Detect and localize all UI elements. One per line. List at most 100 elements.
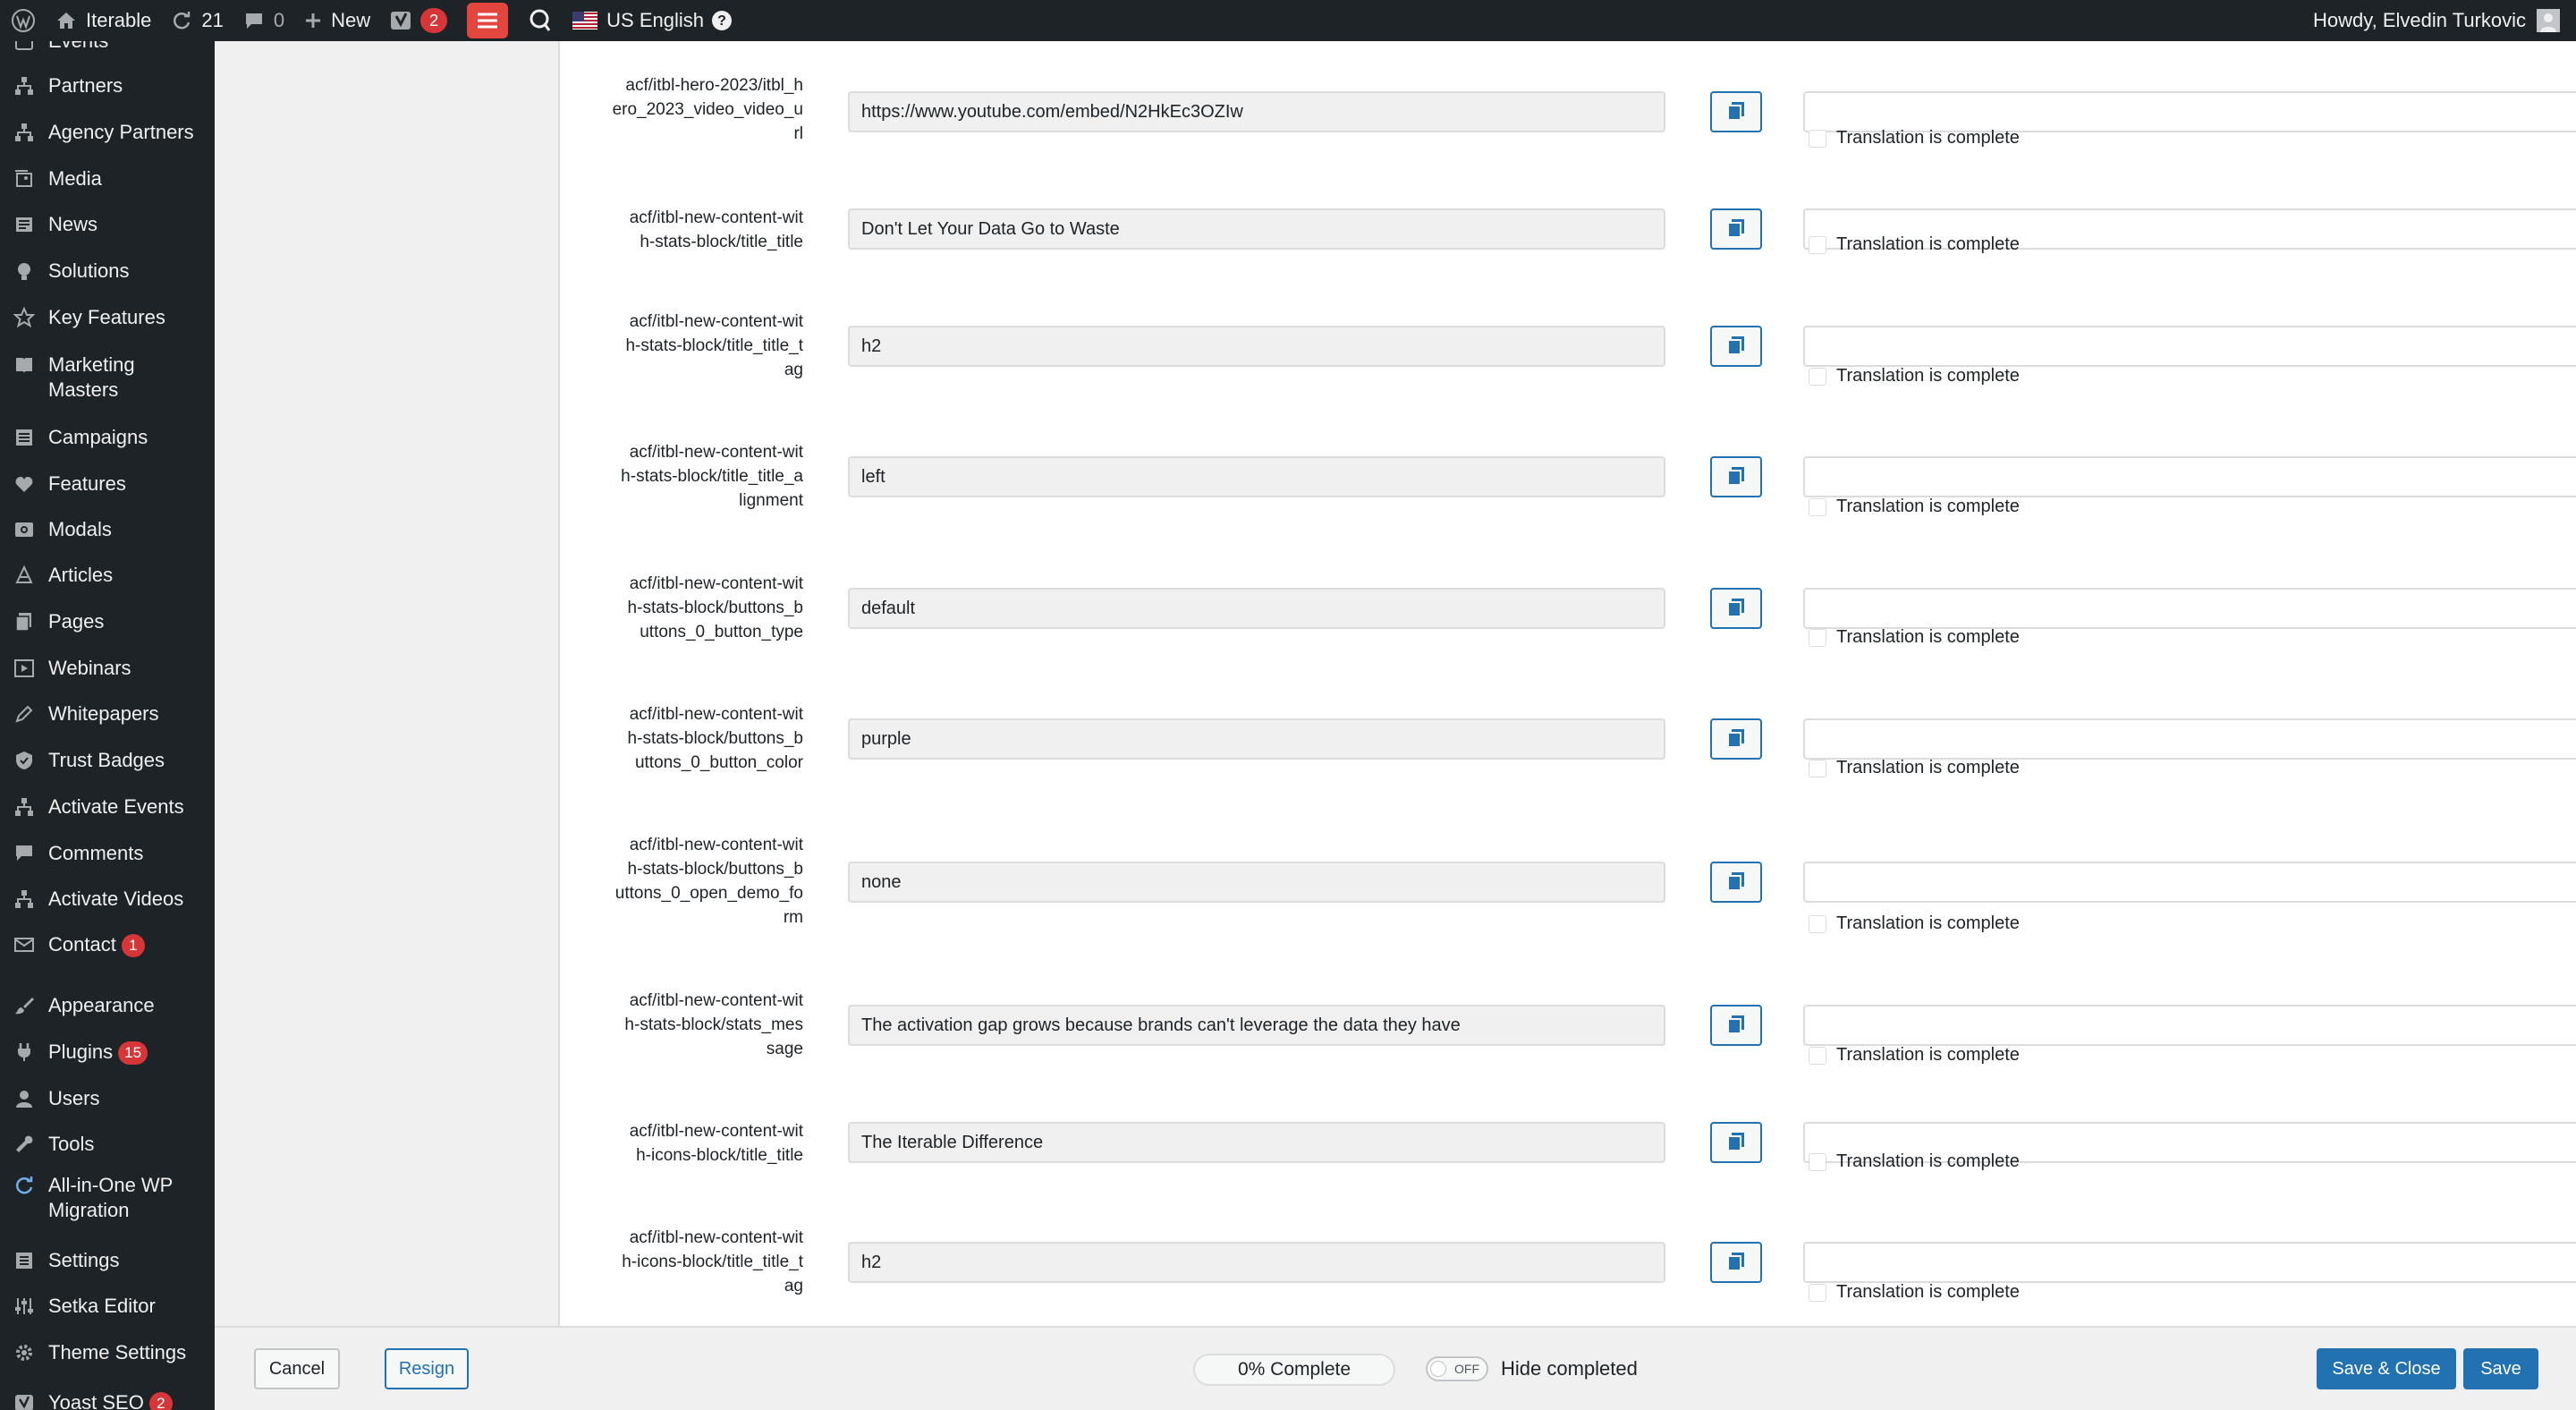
sidebar-item-tools[interactable]: Tools — [0, 1132, 215, 1157]
copy-icon — [1725, 1251, 1747, 1275]
sidebar-item-label: Users — [48, 1087, 100, 1109]
sidebar-item-all-in-one-wp-migration[interactable]: All-in-One WP Migration — [0, 1173, 215, 1223]
sidebar-item-articles[interactable]: Articles — [0, 563, 215, 588]
translation-complete-checkbox[interactable]: Translation is complete — [1809, 1045, 2020, 1066]
copy-original-button[interactable] — [1710, 1005, 1762, 1046]
translation-complete-checkbox[interactable]: Translation is complete — [1809, 913, 2020, 934]
sidebar-item-comments[interactable]: Comments — [0, 841, 215, 866]
admin-bar: Iterable 21 0 New 2 US English ? Howdy, … — [0, 0, 2576, 41]
sidebar-item-solutions[interactable]: Solutions — [0, 259, 215, 284]
help-icon[interactable]: ? — [711, 10, 733, 31]
copy-original-button[interactable] — [1710, 588, 1762, 629]
sidebar-item-partners[interactable]: Partners — [0, 73, 215, 98]
sidebar-item-campaigns[interactable]: Campaigns — [0, 425, 215, 450]
checkbox[interactable] — [1809, 129, 1826, 148]
hide-completed-toggle[interactable]: OFF — [1426, 1356, 1488, 1381]
copy-original-button[interactable] — [1710, 456, 1762, 497]
sidebar-item-activate-videos[interactable]: Activate Videos — [0, 887, 215, 912]
translation-complete-label: Translation is complete — [1836, 627, 2020, 647]
translation-input[interactable] — [1803, 456, 2576, 497]
sidebar-item-yoast-seo[interactable]: Yoast SEO 2 — [0, 1390, 215, 1410]
notification-badge: 2 — [148, 1392, 173, 1410]
yoast-menu[interactable]: 2 — [380, 0, 457, 41]
new-content-link[interactable]: New — [294, 0, 380, 41]
sidebar-item-setka-editor[interactable]: Setka Editor — [0, 1294, 215, 1319]
checkbox[interactable] — [1809, 367, 1826, 386]
translation-complete-checkbox[interactable]: Translation is complete — [1809, 234, 2020, 255]
sidebar-item-webinars[interactable]: Webinars — [0, 656, 215, 681]
progress-indicator: 0% Complete — [1193, 1354, 1395, 1386]
translation-complete-checkbox[interactable]: Translation is complete — [1809, 1151, 2020, 1172]
copy-original-button[interactable] — [1710, 862, 1762, 903]
language-switcher[interactable]: US English ? — [563, 0, 742, 41]
site-name-link[interactable]: Iterable — [46, 0, 161, 41]
checkbox[interactable] — [1809, 759, 1826, 777]
sidebar-item-key-features[interactable]: Key Features — [0, 305, 215, 330]
comment-icon — [0, 841, 48, 866]
checkbox[interactable] — [1809, 1046, 1826, 1065]
sidebar-item-whitepapers[interactable]: Whitepapers — [0, 701, 215, 726]
copy-original-button[interactable] — [1710, 718, 1762, 760]
sidebar-item-modals[interactable]: Modals — [0, 517, 215, 542]
sidebar-item-label: Comments — [48, 842, 144, 864]
checkbox[interactable] — [1809, 235, 1826, 254]
field-name-label: acf/itbl-hero-2023/itbl_h ero_2023_video_… — [612, 76, 803, 143]
cancel-button[interactable]: Cancel — [254, 1348, 340, 1389]
comments-link[interactable]: 0 — [233, 0, 294, 41]
sidebar-item-pages[interactable]: Pages — [0, 609, 215, 634]
sidebar-item-settings[interactable]: Settings — [0, 1248, 215, 1273]
sidebar-item-events[interactable]: Events — [0, 41, 215, 54]
mail-icon — [0, 932, 48, 957]
checkbox[interactable] — [1809, 914, 1826, 933]
original-text: The activation gap grows because brands … — [861, 1015, 1461, 1035]
translation-complete-checkbox[interactable]: Translation is complete — [1809, 366, 2020, 386]
translation-input[interactable] — [1803, 1005, 2576, 1046]
translation-complete-checkbox[interactable]: Translation is complete — [1809, 128, 2020, 149]
translation-input[interactable] — [1803, 588, 2576, 629]
sidebar-item-label: All-in-One WP Migration — [48, 1174, 173, 1221]
translation-input[interactable] — [1803, 91, 2576, 132]
translation-complete-label: Translation is complete — [1836, 234, 2020, 254]
checkbox[interactable] — [1809, 628, 1826, 647]
sidebar-item-activate-events[interactable]: Activate Events — [0, 794, 215, 820]
copy-icon — [1725, 100, 1747, 124]
save-and-close-button[interactable]: Save & Close — [2317, 1348, 2456, 1389]
translation-input[interactable] — [1803, 718, 2576, 760]
copy-original-button[interactable] — [1710, 326, 1762, 367]
save-button[interactable]: Save — [2463, 1348, 2538, 1389]
copy-original-button[interactable] — [1710, 1122, 1762, 1163]
sidebar-item-users[interactable]: Users — [0, 1086, 215, 1111]
sidebar-item-appearance[interactable]: Appearance — [0, 993, 215, 1018]
copy-original-button[interactable] — [1710, 208, 1762, 250]
resign-button[interactable]: Resign — [385, 1348, 469, 1389]
sidebar-item-plugins[interactable]: Plugins 15 — [0, 1040, 215, 1066]
sidebar-item-label: Settings — [48, 1249, 120, 1271]
translation-complete-checkbox[interactable]: Translation is complete — [1809, 1282, 2020, 1303]
sidebar-item-contact[interactable]: Contact 1 — [0, 932, 215, 958]
translation-input[interactable] — [1803, 326, 2576, 367]
translation-complete-checkbox[interactable]: Translation is complete — [1809, 627, 2020, 648]
sidebar-item-trust-badges[interactable]: Trust Badges — [0, 748, 215, 773]
account-menu[interactable]: Howdy, Elvedin Turkovic — [2303, 0, 2576, 41]
copy-original-button[interactable] — [1710, 91, 1762, 132]
search-bubble-icon[interactable] — [518, 0, 563, 41]
translation-input[interactable] — [1803, 862, 2576, 903]
translation-input[interactable] — [1803, 1242, 2576, 1283]
checkbox[interactable] — [1809, 497, 1826, 516]
copy-original-button[interactable] — [1710, 1242, 1762, 1283]
wordpress-logo-icon[interactable] — [0, 0, 46, 41]
checkbox[interactable] — [1809, 1152, 1826, 1171]
translation-complete-checkbox[interactable]: Translation is complete — [1809, 497, 2020, 517]
sidebar-item-news[interactable]: News — [0, 212, 215, 237]
sidebar-item-media[interactable]: Media — [0, 166, 215, 191]
checkbox[interactable] — [1809, 1283, 1826, 1302]
sidebar-item-label: Agency Partners — [48, 121, 194, 143]
updates-link[interactable]: 21 — [161, 0, 233, 41]
sidebar-item-agency-partners[interactable]: Agency Partners — [0, 120, 215, 145]
original-text: The Iterable Difference — [861, 1132, 1044, 1152]
translation-complete-checkbox[interactable]: Translation is complete — [1809, 758, 2020, 778]
sidebar-item-theme-settings[interactable]: Theme Settings — [0, 1340, 215, 1365]
plugin-menu-icon[interactable] — [457, 0, 518, 41]
sidebar-item-features[interactable]: Features — [0, 471, 215, 497]
sidebar-item-marketing-masters[interactable]: Marketing Masters — [0, 352, 215, 403]
